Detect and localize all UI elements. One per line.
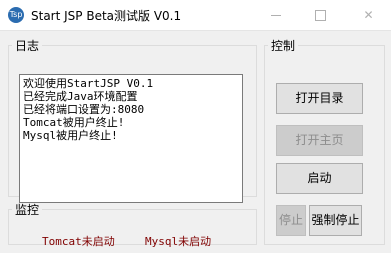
open-directory-button[interactable]: 打开目录 [276,83,363,114]
log-line: Mysql被用户终止! [23,129,118,142]
app-icon: Tsp [8,7,24,23]
log-line: 欢迎使用StartJSP V0.1 [23,77,154,90]
close-button[interactable]: ✕ [346,0,391,30]
close-icon: ✕ [363,8,374,22]
minimize-button[interactable] [253,0,298,30]
window-title: Start JSP Beta测试版 V0.1 [31,9,182,23]
stop-button[interactable]: 停止 [276,205,306,236]
maximize-button[interactable] [298,0,343,30]
maximize-icon [315,10,326,21]
log-line: Tomcat被用户终止! [23,116,125,129]
title-bar: Tsp Start JSP Beta测试版 V0.1 ✕ [0,0,391,31]
control-group-label: 控制 [271,39,296,53]
control-group: 控制 打开目录 打开主页 启动 停止 强制停止 [264,37,385,245]
log-line: 已经将端口设置为:8080 [23,103,145,116]
open-homepage-button[interactable]: 打开主页 [276,125,363,156]
force-stop-button[interactable]: 强制停止 [309,205,362,236]
start-button[interactable]: 启动 [276,163,363,194]
log-group-label: 日志 [15,39,40,53]
tomcat-status: Tomcat未启动 [42,235,115,248]
log-textarea[interactable]: 欢迎使用StartJSP V0.1 已经完成Java环境配置 已经将端口设置为:… [19,74,243,203]
monitor-group-label: 监控 [15,203,40,217]
log-line: 已经完成Java环境配置 [23,90,138,103]
monitor-group: 监控 Tomcat未启动 Mysql未启动 [8,201,257,248]
minimize-icon [270,15,281,16]
mysql-status: Mysql未启动 [145,235,212,248]
log-group: 日志 欢迎使用StartJSP V0.1 已经完成Java环境配置 已经将端口设… [8,37,257,203]
